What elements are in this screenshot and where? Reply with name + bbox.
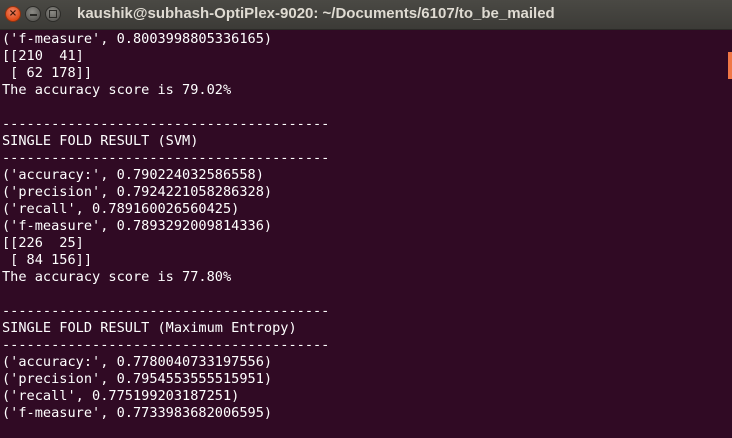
close-button[interactable]: ×: [5, 6, 21, 22]
close-icon: ×: [8, 8, 18, 19]
output-line: The accuracy score is 77.80%: [2, 269, 232, 285]
output-line: ('accuracy:', 0.790224032586558): [2, 167, 264, 183]
output-line: SINGLE FOLD RESULT (Maximum Entropy): [2, 320, 297, 336]
terminal-output[interactable]: ('f-measure', 0.8003998805336165) [[210 …: [2, 31, 722, 438]
output-line: ('f-measure', 0.7733983682006595): [2, 405, 273, 421]
output-line: ----------------------------------------: [2, 337, 330, 353]
output-line: [ 84 156]]: [2, 252, 93, 268]
output-line: [ 62 178]]: [2, 65, 93, 81]
minimize-icon: [29, 13, 37, 16]
output-line: SINGLE FOLD RESULT (SVM): [2, 133, 199, 149]
output-line: ('accuracy:', 0.7780040733197556): [2, 354, 273, 370]
output-line: ----------------------------------------: [2, 116, 330, 132]
output-line: ('precision', 0.7954553555515951): [2, 371, 273, 387]
window-title: kaushik@subhash-OptiPlex-9020: ~/Documen…: [77, 5, 555, 22]
terminal-window: × kaushik@subhash-OptiPlex-9020: ~/Docum…: [0, 0, 732, 438]
maximize-button[interactable]: [45, 6, 61, 22]
output-line: ('precision', 0.7924221058286328): [2, 184, 273, 200]
output-line: ('f-measure', 0.7893292009814336): [2, 218, 273, 234]
minimize-button[interactable]: [25, 6, 41, 22]
title-bar[interactable]: × kaushik@subhash-OptiPlex-9020: ~/Docum…: [0, 0, 732, 30]
output-line: ('f-measure', 0.8003998805336165): [2, 31, 273, 47]
output-line: ('recall', 0.789160026560425): [2, 201, 240, 217]
output-line: The accuracy score is 79.02%: [2, 82, 232, 98]
maximize-icon: [49, 10, 57, 18]
output-line: [[226 25]: [2, 235, 84, 251]
output-line: ('recall', 0.775199203187251): [2, 388, 240, 404]
output-line: [[210 41]: [2, 48, 84, 64]
output-line: ----------------------------------------: [2, 303, 330, 319]
scrollbar-thumb[interactable]: [728, 52, 732, 79]
output-line: ----------------------------------------: [2, 150, 330, 166]
